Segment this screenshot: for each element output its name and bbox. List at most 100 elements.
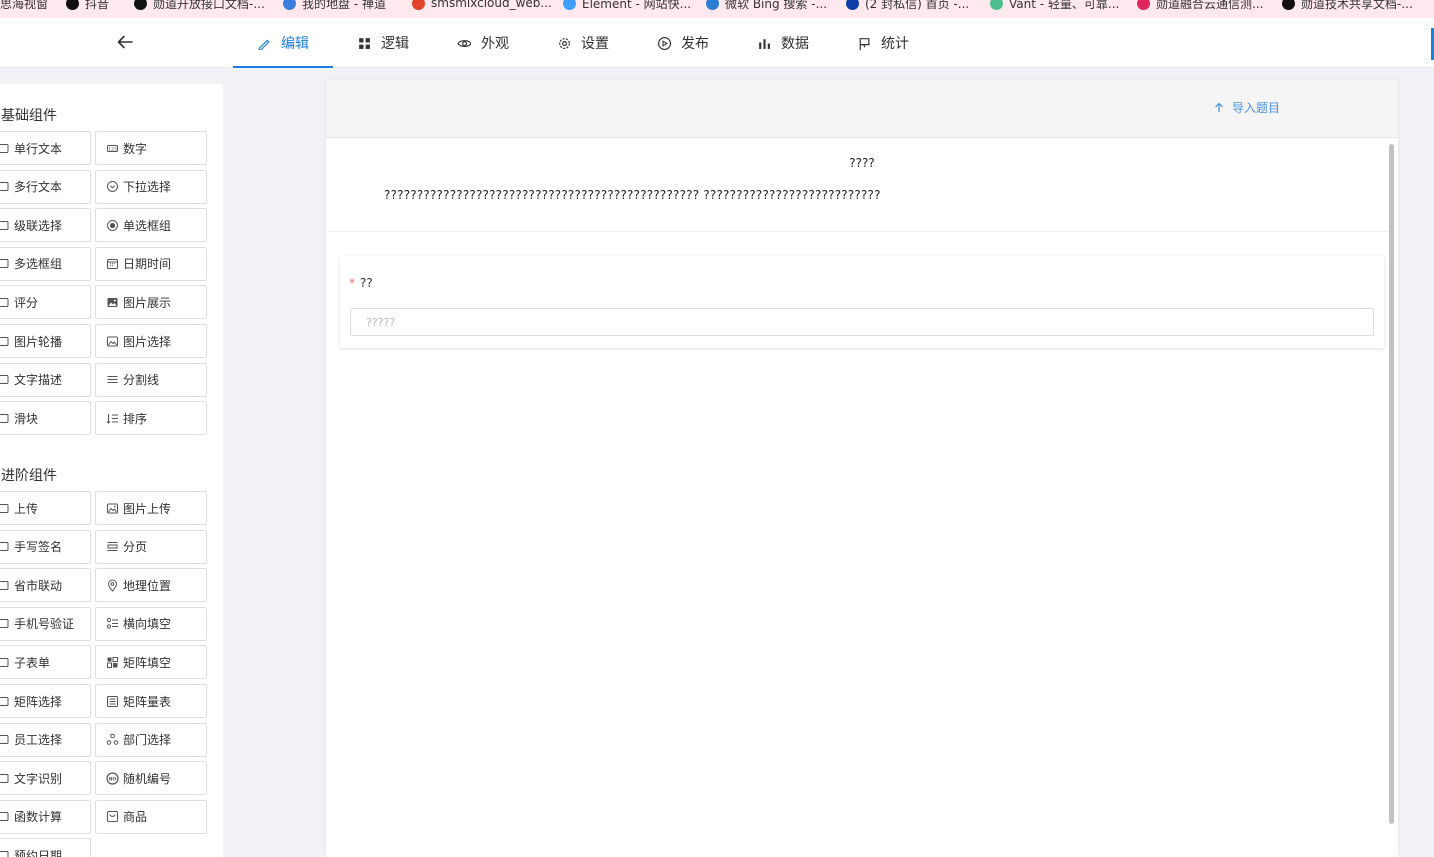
component-matrix-select[interactable]: 矩阵选择: [0, 684, 91, 718]
field-label: *??: [349, 276, 373, 290]
cascade-icon: [0, 219, 10, 232]
component-upload[interactable]: 上传: [0, 491, 91, 525]
component-label: 矩阵量表: [123, 694, 172, 709]
component-location[interactable]: 地理位置: [95, 568, 207, 603]
component-calendar[interactable]: 日期时间: [95, 246, 207, 281]
back-button[interactable]: [113, 30, 137, 54]
component-image[interactable]: 图片展示: [95, 285, 207, 320]
component-signature[interactable]: 手写签名: [0, 529, 91, 564]
bookmark-item[interactable]: 我的地盘 - 禅道: [283, 0, 386, 12]
component-image-upload[interactable]: 图片上传: [95, 491, 207, 525]
component-carousel[interactable]: 图片轮播: [0, 324, 91, 358]
bookmarks-bar: 思海视窗 抖音 勋道开放接口文档-... 我的地盘 - 禅道 smsmixcloud_w…: [0, 0, 1434, 18]
bookmark-favicon-icon: [706, 0, 719, 10]
component-user[interactable]: 员工选择: [0, 722, 91, 757]
component-label: 排序: [123, 411, 148, 426]
advanced-components-title: 进阶组件: [1, 468, 57, 484]
function-icon: [0, 810, 10, 823]
component-slider[interactable]: 滑块: [0, 401, 91, 436]
bookmark-favicon-icon: [66, 0, 79, 10]
tab-label: 发布: [681, 36, 709, 52]
component-no-badge[interactable]: NO 随机编号: [95, 761, 207, 796]
component-label: 部门选择: [123, 733, 172, 748]
form-title[interactable]: ????: [326, 156, 1398, 170]
sort-icon: [106, 412, 119, 425]
arrow-left-icon: [117, 35, 133, 49]
bookmark-item[interactable]: Element - 网站快...: [563, 0, 691, 12]
component-label: 图片选择: [123, 334, 172, 349]
tab-label: 设置: [581, 36, 609, 52]
component-matrix-scale[interactable]: 矩阵量表: [95, 684, 207, 718]
textarea-icon: [0, 180, 10, 193]
matrix-scale-icon: [106, 695, 119, 708]
component-star[interactable]: 评分: [0, 285, 91, 320]
canvas-toolbar: 导入题目: [326, 80, 1398, 138]
flag-icon: [857, 36, 871, 50]
component-image-select[interactable]: 图片选择: [95, 324, 207, 358]
component-label: 图片轮播: [14, 334, 63, 349]
bookmark-label: 抖音: [85, 0, 110, 11]
chevron-circle-icon: [106, 180, 119, 193]
component-ocr[interactable]: 文字识别: [0, 761, 91, 796]
component-subform[interactable]: 子表单: [0, 645, 91, 680]
component-label: 上传: [14, 501, 39, 516]
bookmark-favicon-icon: [990, 0, 1003, 10]
component-label: 级联选择: [14, 218, 63, 233]
form-field-card[interactable]: *??: [340, 256, 1384, 348]
component-function[interactable]: 函数计算: [0, 799, 91, 834]
component-label: 评分: [14, 295, 39, 310]
tab-grid[interactable]: 逻辑: [333, 18, 433, 68]
fill-blank-icon: [106, 617, 119, 630]
canvas-scrollbar[interactable]: [1389, 144, 1394, 824]
tab-bar-chart[interactable]: 数据: [733, 18, 833, 68]
bookmark-item[interactable]: 勋道融合云通信测...: [1137, 0, 1263, 12]
tab-gear[interactable]: 设置: [533, 18, 633, 68]
bookmark-item[interactable]: 抖音: [66, 0, 109, 12]
department-icon: [106, 733, 119, 746]
component-cascade[interactable]: 级联选择: [0, 208, 91, 243]
component-fill-blank[interactable]: 横向填空: [95, 606, 207, 641]
component-input[interactable]: 单行文本: [0, 131, 91, 165]
svg-text:123: 123: [108, 146, 117, 152]
component-pagination[interactable]: 分页: [95, 529, 207, 564]
bookmark-item[interactable]: 勋道开放接口文档-...: [134, 0, 265, 12]
form-canvas: 导入题目 ???? ??????????????????????????????…: [326, 80, 1398, 857]
component-label: 随机编号: [123, 771, 172, 786]
bookmark-item[interactable]: 微软 Bing 搜索 -...: [706, 0, 827, 12]
component-sort[interactable]: 排序: [95, 401, 207, 436]
bookmark-item[interactable]: 思海视窗: [0, 0, 48, 12]
tab-label: 编辑: [281, 36, 309, 52]
component-booking[interactable]: 预约日期: [0, 838, 91, 857]
tab-eye[interactable]: 外观: [433, 18, 533, 68]
upload-icon: [0, 502, 10, 515]
component-product[interactable]: 商品: [95, 799, 207, 834]
component-matrix-fill[interactable]: 矩阵填空: [95, 645, 207, 680]
bookmark-item[interactable]: smsmixcloud_web...: [412, 0, 552, 12]
component-textarea[interactable]: 多行文本: [0, 169, 91, 204]
component-chevron-circle[interactable]: 下拉选择: [95, 169, 207, 204]
import-questions-button[interactable]: 导入题目: [1214, 99, 1280, 116]
bookmark-item[interactable]: 勋道技术共享文档-...: [1282, 0, 1413, 12]
bookmark-item[interactable]: (2 封私信) 首页 -...: [846, 0, 969, 12]
component-department[interactable]: 部门选择: [95, 722, 207, 757]
form-description[interactable]: ????????????????????????????????????????…: [384, 188, 881, 202]
field-input[interactable]: [350, 308, 1374, 336]
bookmark-favicon-icon: [563, 0, 576, 10]
component-checkbox[interactable]: 多选框组: [0, 246, 91, 281]
subform-icon: [0, 656, 10, 669]
component-number[interactable]: 123 数字: [95, 131, 207, 165]
tab-edit[interactable]: 编辑: [233, 18, 333, 68]
component-region[interactable]: 省市联动: [0, 568, 91, 603]
tab-label: 统计: [881, 36, 909, 52]
checkbox-icon: [0, 257, 10, 270]
component-divider[interactable]: 分割线: [95, 362, 207, 397]
basic-components-title: 基础组件: [1, 108, 57, 124]
tab-flag[interactable]: 统计: [833, 18, 933, 68]
component-text[interactable]: 文字描述: [0, 362, 91, 397]
bookmark-item[interactable]: Vant - 轻量、可靠...: [990, 0, 1119, 12]
bookmark-favicon-icon: [1282, 0, 1295, 10]
component-radio[interactable]: 单选框组: [95, 208, 207, 243]
component-label: 子表单: [14, 655, 51, 670]
component-phone[interactable]: 手机号验证: [0, 606, 91, 641]
tab-play-circle[interactable]: 发布: [633, 18, 733, 68]
